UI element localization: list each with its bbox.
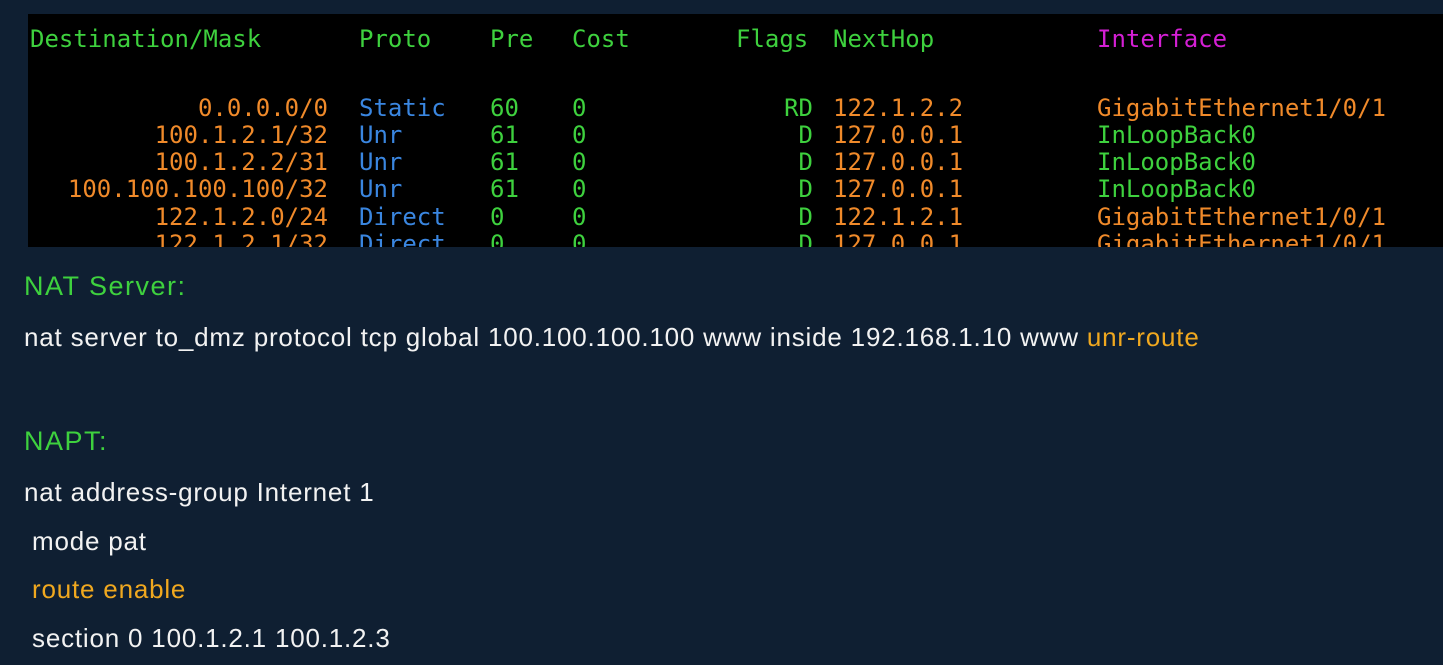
row-proto: Unr — [359, 175, 403, 203]
row-proto: Unr — [359, 121, 403, 149]
row-destination: 100.1.2.1/32 — [154, 121, 328, 149]
row-destination: 100.100.100.100/32 — [67, 175, 328, 203]
napt-line-address-group: nat address-group Internet 1 — [24, 477, 375, 507]
row-cost: 0 — [572, 148, 587, 176]
routing-table-terminal: Destination/Mask Proto Pre Cost Flags Ne… — [28, 14, 1443, 247]
row-proto: Direct — [359, 203, 446, 231]
row-cost: 0 — [572, 175, 587, 203]
row-flags: D — [798, 175, 813, 203]
row-interface: GigabitEthernet1/0/1 — [1097, 230, 1386, 248]
header-pre: Pre — [490, 25, 534, 53]
row-destination: 0.0.0.0/0 — [197, 94, 328, 122]
row-interface: InLoopBack0 — [1097, 175, 1256, 203]
row-pre: 61 — [490, 121, 519, 149]
row-pre: 60 — [490, 94, 519, 122]
header-cost: Cost — [572, 25, 630, 53]
row-cost: 0 — [572, 94, 587, 122]
header-proto: Proto — [359, 25, 432, 53]
row-destination: 122.1.2.1/32 — [154, 230, 328, 248]
header-destination: Destination/Mask — [30, 25, 262, 53]
row-flags: D — [798, 121, 813, 149]
row-pre: 0 — [490, 203, 505, 231]
row-cost: 0 — [572, 230, 587, 248]
row-nexthop: 122.1.2.2 — [833, 94, 964, 122]
row-destination: 100.1.2.2/31 — [154, 148, 328, 176]
napt-line-mode: mode pat — [24, 526, 147, 556]
napt-line-route-enable: route enable — [24, 574, 187, 604]
row-flags: D — [798, 230, 813, 248]
row-interface: InLoopBack0 — [1097, 121, 1256, 149]
nat-server-command: nat server to_dmz protocol tcp global 10… — [24, 321, 1200, 353]
row-nexthop: 127.0.0.1 — [833, 175, 964, 203]
header-interface: Interface — [1097, 25, 1228, 53]
napt-heading: NAPT: — [24, 426, 109, 456]
nat-server-command-text: nat server to_dmz protocol tcp global 10… — [24, 322, 1079, 352]
row-nexthop: 127.0.0.1 — [833, 121, 964, 149]
row-flags: RD — [784, 94, 813, 122]
row-cost: 0 — [572, 121, 587, 149]
row-proto: Direct — [359, 230, 446, 248]
row-cost: 0 — [572, 203, 587, 231]
row-nexthop: 127.0.0.1 — [833, 230, 964, 248]
header-flags: Flags — [736, 25, 809, 53]
row-interface: GigabitEthernet1/0/1 — [1097, 94, 1386, 122]
row-interface: GigabitEthernet1/0/1 — [1097, 203, 1386, 231]
row-pre: 0 — [490, 230, 505, 248]
row-flags: D — [798, 148, 813, 176]
nat-server-highlight: unr-route — [1086, 322, 1200, 352]
row-interface: InLoopBack0 — [1097, 148, 1256, 176]
napt-line-section: section 0 100.1.2.1 100.1.2.3 — [24, 623, 391, 653]
row-proto: Unr — [359, 148, 403, 176]
header-nexthop: NextHop — [833, 25, 935, 53]
row-nexthop: 127.0.0.1 — [833, 148, 964, 176]
row-pre: 61 — [490, 148, 519, 176]
nat-server-heading: NAT Server: — [24, 271, 187, 301]
row-flags: D — [798, 203, 813, 231]
row-pre: 61 — [490, 175, 519, 203]
row-nexthop: 122.1.2.1 — [833, 203, 964, 231]
row-proto: Static — [359, 94, 446, 122]
row-destination: 122.1.2.0/24 — [154, 203, 328, 231]
